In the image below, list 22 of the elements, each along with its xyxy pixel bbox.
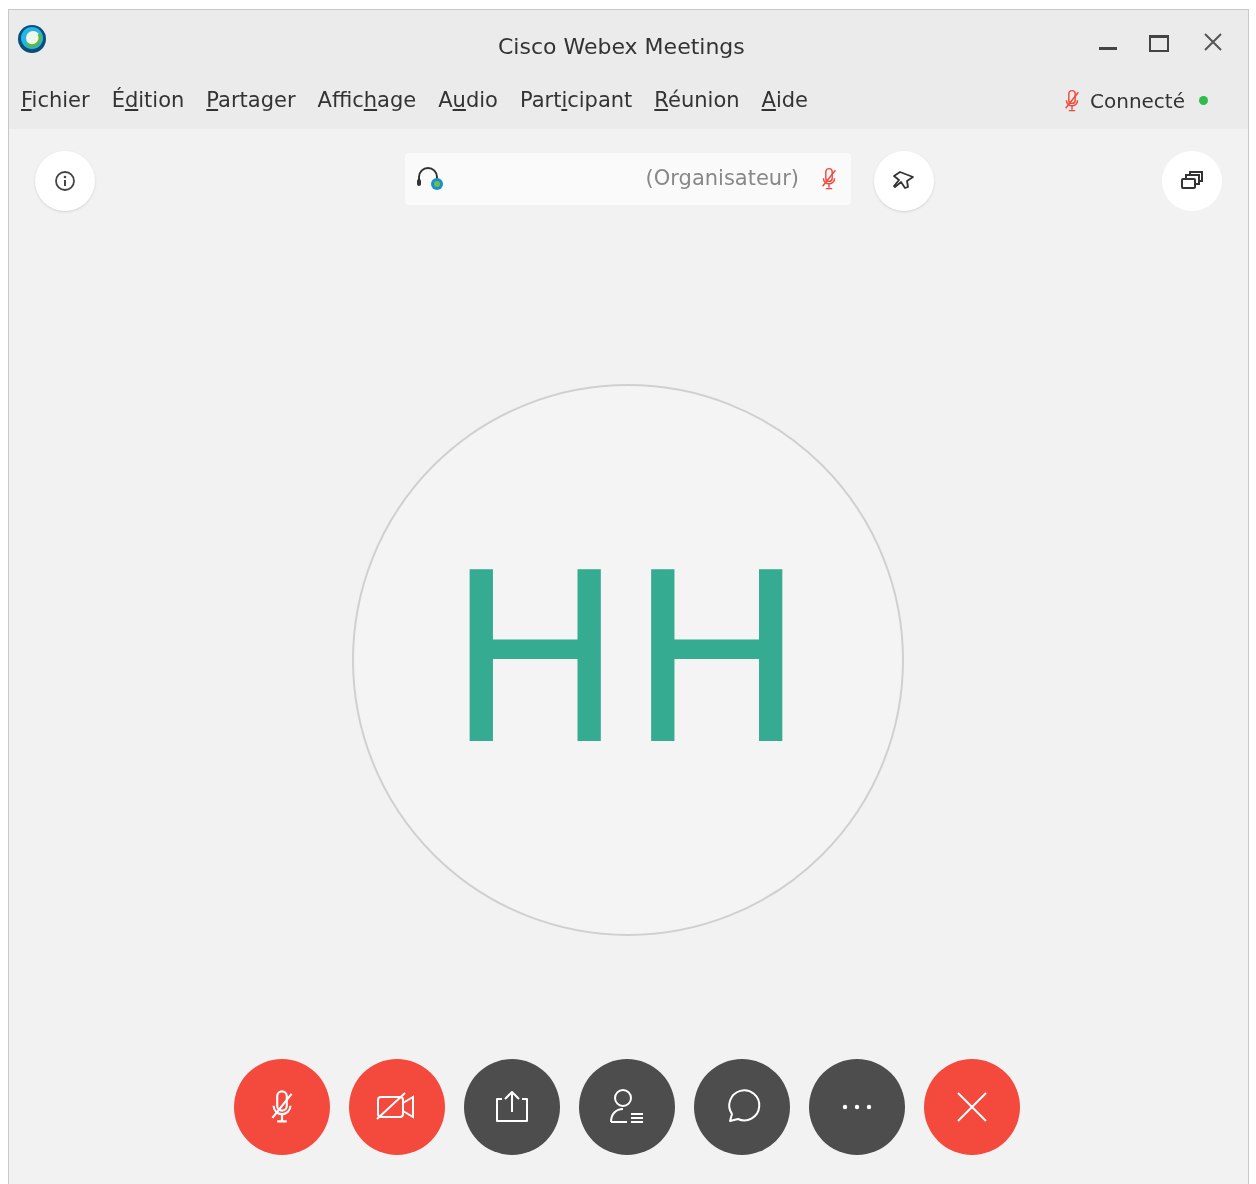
- menu-item[interactable]: Affichage: [317, 84, 417, 117]
- windows-icon: [1180, 170, 1204, 192]
- close-icon[interactable]: [1204, 33, 1222, 51]
- info-button[interactable]: [35, 151, 95, 211]
- muted-microphone-icon: [270, 1089, 294, 1125]
- maximize-button[interactable]: [1147, 32, 1171, 54]
- menu-item[interactable]: Réunion: [654, 84, 740, 117]
- info-icon: [54, 170, 76, 192]
- pin-button[interactable]: [874, 151, 934, 211]
- app-logo-icon: [17, 24, 47, 54]
- speaker-role: (Organisateur): [645, 165, 799, 193]
- window-title: Cisco Webex Meetings: [498, 33, 745, 61]
- close-icon: [956, 1091, 988, 1123]
- avatar: HH: [352, 384, 904, 936]
- menu-item[interactable]: Participant: [519, 84, 633, 117]
- menu-item[interactable]: Partager: [206, 84, 296, 117]
- connection-status: Connecté: [1090, 87, 1185, 115]
- menu-item[interactable]: Fichier: [21, 84, 90, 117]
- menu-item[interactable]: Édition: [111, 84, 185, 117]
- menu-item[interactable]: Audio: [438, 84, 498, 117]
- more-icon: [842, 1104, 872, 1110]
- menu-item[interactable]: Aide: [761, 84, 808, 117]
